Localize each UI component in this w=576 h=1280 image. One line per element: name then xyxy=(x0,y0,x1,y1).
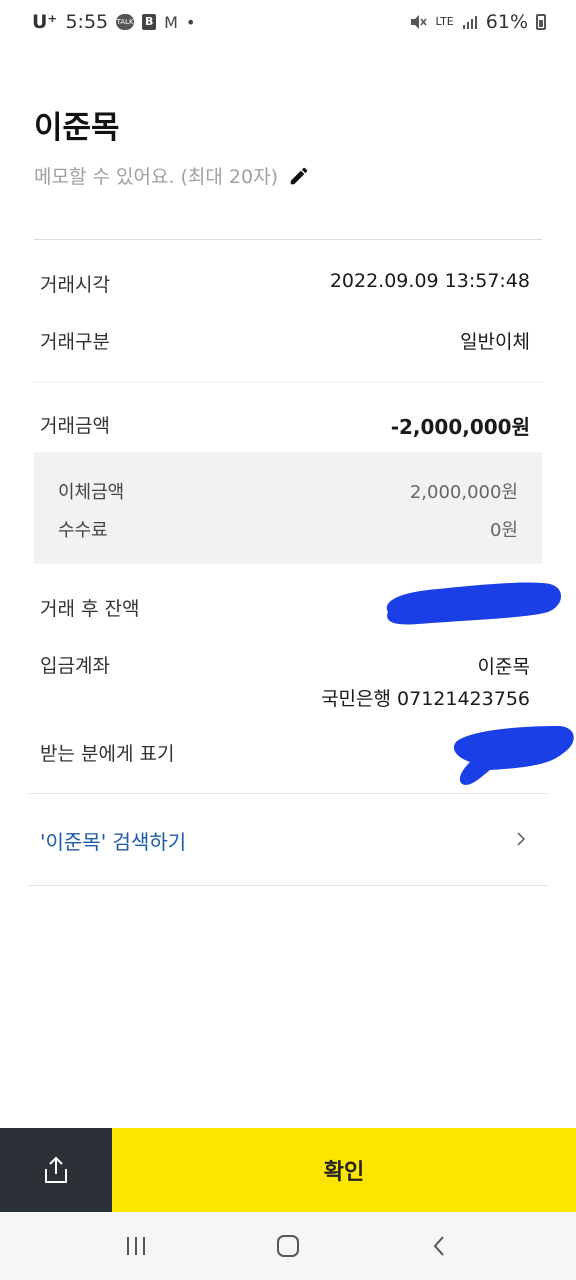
fee-label: 수수료 xyxy=(58,520,108,541)
deposit-account-label: 입금계좌 xyxy=(40,655,110,677)
transaction-time-label: 거래시각 xyxy=(40,274,110,296)
home-button[interactable] xyxy=(268,1226,308,1266)
status-bar: U⁺ 5:55 TALK B M • LTE 61% xyxy=(0,0,576,44)
battery-icon xyxy=(536,14,546,30)
amount-detail-box: 이체금액 2,000,000원 수수료 0원 xyxy=(34,452,542,564)
network-type-label: LTE xyxy=(435,15,454,28)
share-button[interactable] xyxy=(0,1128,112,1212)
balance-redaction xyxy=(386,582,562,625)
transaction-amount-label: 거래금액 xyxy=(40,415,110,437)
page-title: 이준목 xyxy=(34,110,120,146)
back-button[interactable] xyxy=(420,1226,460,1266)
mail-notification-icon: M xyxy=(164,12,178,32)
transaction-amount-value: -2,000,000원 xyxy=(390,415,530,439)
pencil-icon[interactable] xyxy=(288,165,310,187)
section-divider-2 xyxy=(28,793,548,794)
row-deposit-account: 입금계좌 이준목 국민은행 07121423756 xyxy=(40,651,530,715)
row-transaction-type: 거래구분 일반이체 xyxy=(40,327,530,354)
chevron-right-icon[interactable] xyxy=(514,828,528,850)
balance-after-label: 거래 후 잔액 xyxy=(40,598,140,620)
confirm-button[interactable]: 확인 xyxy=(112,1128,576,1212)
mute-icon xyxy=(411,15,428,29)
header-divider xyxy=(34,239,542,240)
row-transfer-amount: 이체금액 2,000,000원 xyxy=(58,478,518,504)
share-icon xyxy=(45,1156,67,1183)
recipient-display-redaction xyxy=(453,726,574,785)
row-fee: 수수료 0원 xyxy=(58,516,518,542)
b-app-notification-icon: B xyxy=(142,14,157,30)
section-divider xyxy=(34,381,542,382)
signal-icon xyxy=(462,16,477,29)
more-notifications-dot: • xyxy=(185,12,196,32)
system-navigation-bar xyxy=(0,1212,576,1280)
account-holder-name: 이준목 xyxy=(477,656,530,678)
talk-notification-icon: TALK xyxy=(116,14,135,30)
fee-value: 0원 xyxy=(489,520,518,541)
recent-apps-icon xyxy=(127,1237,145,1255)
battery-percent: 61% xyxy=(485,11,528,33)
search-contact-link[interactable]: '이준목' 검색하기 xyxy=(40,826,186,855)
transfer-amount-value: 2,000,000원 xyxy=(409,482,518,503)
account-number: 국민은행 07121423756 xyxy=(321,688,530,710)
carrier-label: U⁺ xyxy=(32,11,58,33)
bottom-action-bar: 확인 xyxy=(0,1128,576,1212)
deposit-account-value: 이준목 국민은행 07121423756 xyxy=(321,651,530,715)
transaction-type-label: 거래구분 xyxy=(40,331,110,353)
back-icon xyxy=(433,1236,444,1256)
home-icon xyxy=(277,1235,299,1257)
section-divider-3 xyxy=(28,885,548,886)
transaction-type-value: 일반이체 xyxy=(460,331,530,353)
transaction-time-value: 2022.09.09 13:57:48 xyxy=(329,270,530,292)
transfer-amount-label: 이체금액 xyxy=(58,482,125,503)
row-transaction-time: 거래시각 2022.09.09 13:57:48 xyxy=(40,270,530,297)
status-time: 5:55 xyxy=(65,11,109,33)
recent-apps-button[interactable] xyxy=(116,1226,156,1266)
memo-placeholder: 메모할 수 있어요. (최대 20자) xyxy=(34,166,279,188)
row-transaction-amount: 거래금액 -2,000,000원 xyxy=(40,411,530,440)
memo-field[interactable]: 메모할 수 있어요. (최대 20자) xyxy=(34,162,310,189)
recipient-display-label: 받는 분에게 표기 xyxy=(40,743,175,765)
